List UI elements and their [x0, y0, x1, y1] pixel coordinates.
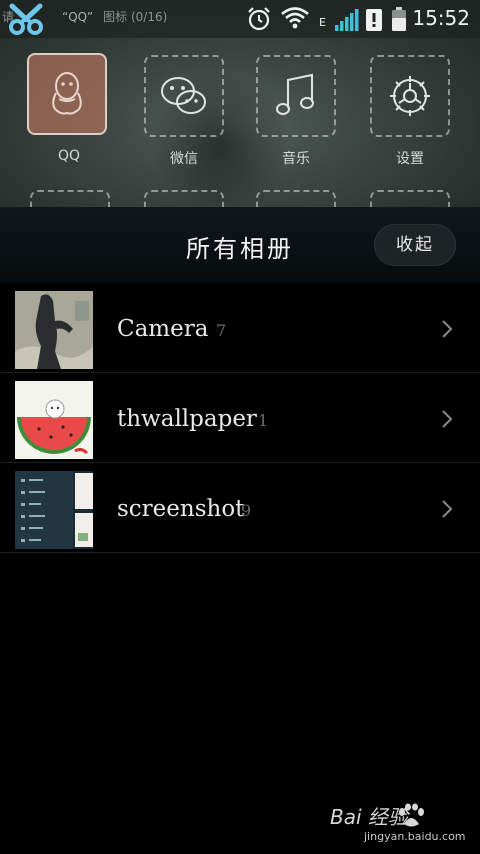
notice-label: 图标 (0/16)	[103, 10, 168, 24]
app-label-qq: QQ	[57, 148, 81, 164]
album-row-screenshot[interactable]: screenshot 9	[0, 463, 480, 553]
album-row-camera[interactable]: Camera 7	[0, 283, 480, 373]
clock: 15:52	[412, 6, 470, 30]
app-label-music: 音乐	[282, 151, 310, 167]
chevron-right-icon	[442, 500, 453, 518]
wechat-icon	[161, 77, 206, 114]
album-list: Camera 7 thwallpaper 1 screenshot 9	[0, 283, 480, 553]
notice-quote: “QQ”	[62, 10, 94, 24]
album-count: 1	[258, 411, 269, 430]
chevron-right-icon	[442, 410, 453, 428]
battery-icon	[392, 7, 406, 31]
album-count: 9	[241, 501, 252, 520]
music-note-icon	[276, 73, 314, 115]
alarm-icon	[248, 7, 270, 31]
album-thumbnail	[15, 291, 93, 369]
watermark-url: jingyan.baidu.com	[364, 830, 466, 843]
alert-icon	[366, 9, 382, 31]
app-tile-music[interactable]	[256, 55, 336, 137]
album-name: thwallpaper	[117, 406, 257, 432]
app-label-wechat: 微信	[170, 151, 198, 167]
collapse-button[interactable]: 收起	[374, 224, 456, 266]
status-bar: 请 “QQ” 图标 (0/16) E 15:52	[0, 0, 480, 38]
album-sheet-header: 所有相册 收起	[0, 207, 480, 283]
album-name: Camera	[117, 316, 209, 342]
wifi-icon	[281, 7, 309, 29]
album-name: screenshot	[117, 496, 245, 522]
app-tile-wechat[interactable]	[144, 55, 224, 137]
album-row-thwallpaper[interactable]: thwallpaper 1	[0, 373, 480, 463]
signal-icon	[335, 9, 359, 31]
album-count: 7	[216, 321, 227, 340]
qq-penguin-icon	[52, 72, 82, 115]
chevron-right-icon	[442, 320, 453, 338]
app-tile-qq[interactable]	[27, 53, 107, 135]
app-logo-icon	[9, 3, 43, 35]
watermark-brand: Bai 经验	[330, 805, 411, 829]
app-tile-settings[interactable]	[370, 55, 450, 137]
app-label-settings: 设置	[396, 151, 424, 167]
network-type-label: E	[319, 16, 326, 29]
gear-icon	[390, 76, 430, 116]
album-thumbnail	[15, 471, 93, 549]
album-thumbnail	[15, 381, 93, 459]
